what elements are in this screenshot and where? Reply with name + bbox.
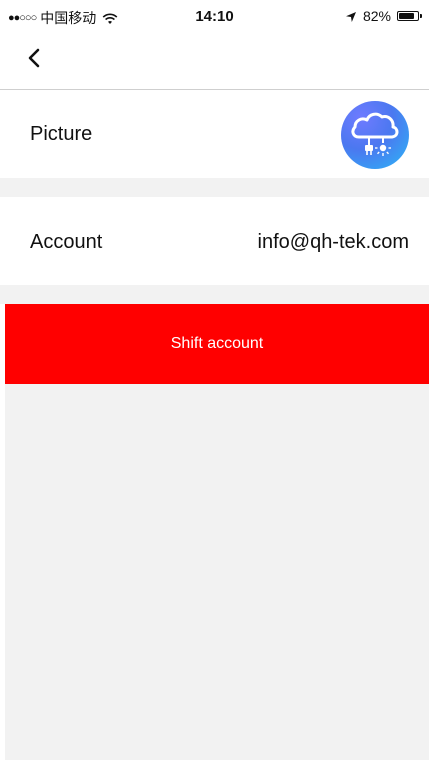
wifi-icon	[102, 12, 118, 24]
account-label: Account	[30, 231, 103, 253]
picture-label: Picture	[30, 123, 93, 145]
account-email: info@qh-tek.com	[257, 231, 409, 253]
battery-level-fill	[399, 13, 414, 19]
carrier-name: 中国移动	[40, 10, 97, 26]
app-screen: ●●○○○ 中国移动 14:10 82% Picture Account inf…	[0, 0, 429, 760]
status-bar: ●●○○○ 中国移动 14:10 82%	[0, 0, 429, 34]
battery-cap	[420, 14, 422, 18]
back-button[interactable]	[20, 44, 48, 76]
nav-bar	[0, 34, 429, 90]
signal-strength: ●●○○○	[8, 12, 37, 24]
cloud-plug-sun-icon	[351, 112, 399, 156]
account-row: Account info@qh-tek.com	[0, 197, 429, 285]
section-divider	[0, 178, 429, 197]
battery-icon	[397, 11, 422, 21]
status-right: 82%	[345, 8, 422, 24]
section-divider	[0, 285, 429, 304]
status-time: 14:10	[195, 8, 234, 25]
picture-row[interactable]: Picture	[0, 91, 429, 178]
empty-content-area	[5, 384, 429, 760]
battery-percent: 82%	[362, 8, 391, 24]
avatar[interactable]	[341, 101, 409, 169]
chevron-left-icon	[27, 48, 41, 73]
status-left: ●●○○○ 中国移动	[8, 8, 118, 28]
shift-account-button[interactable]: Shift account	[5, 304, 429, 384]
location-arrow-icon	[345, 10, 357, 22]
